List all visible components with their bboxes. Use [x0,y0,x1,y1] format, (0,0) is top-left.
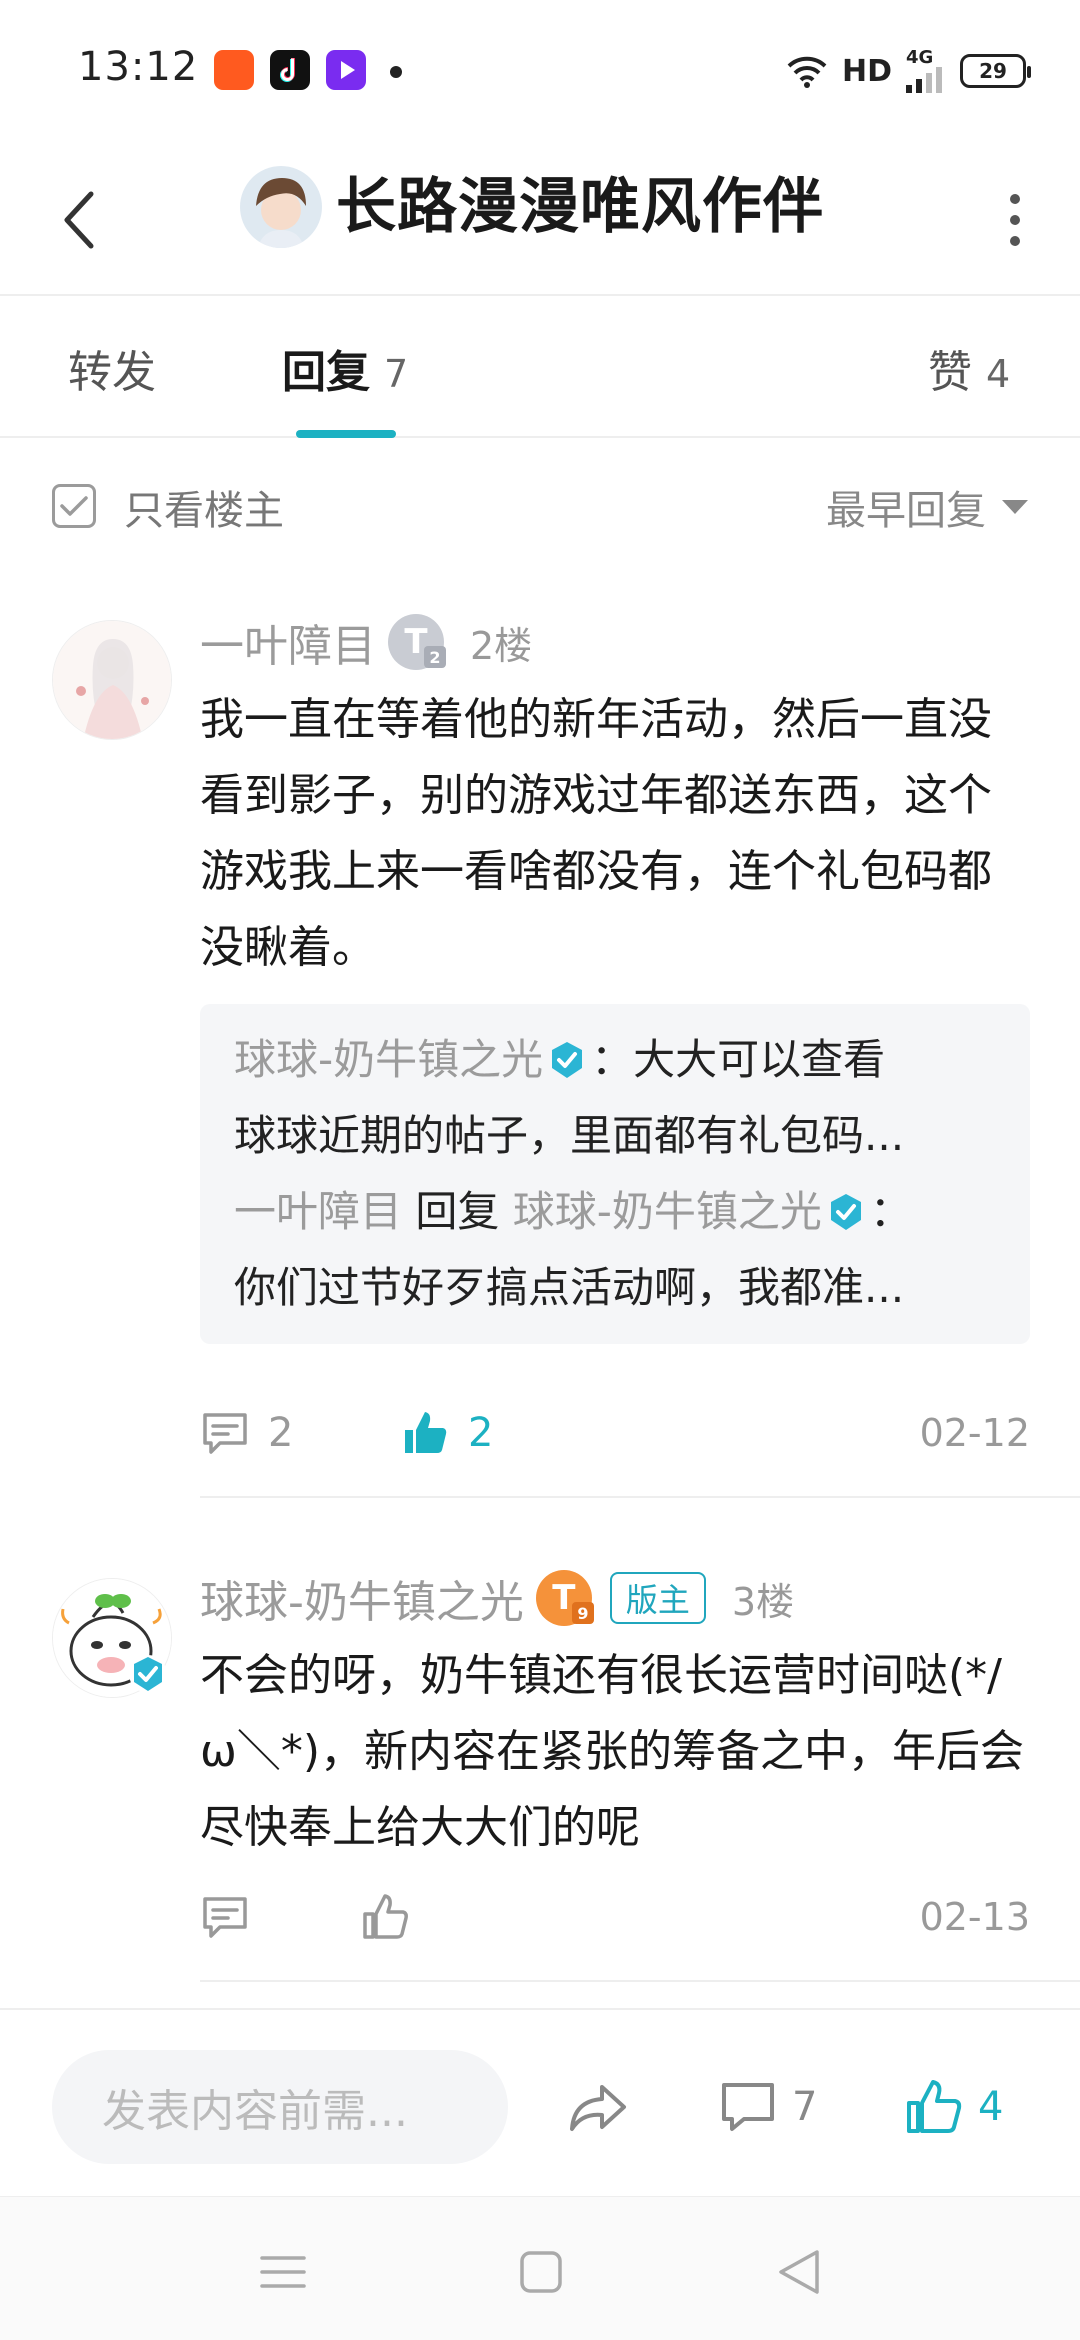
level-badge: T 2 [388,614,446,670]
author-avatar[interactable] [240,166,322,248]
reply-text: ：大大可以查看 [591,1035,886,1084]
comment-input[interactable]: 发表内容前需... [52,2050,508,2164]
reply-text: ： [869,1187,912,1236]
tab-replies-label: 回复 [282,347,370,398]
triangle-back-icon [779,2250,819,2294]
comment-date: 02-13 [919,1895,1030,1939]
system-nav-bar [0,2196,1080,2340]
network-label: HD [841,53,892,89]
reply-author[interactable]: 一叶障目 [234,1187,402,1236]
reply-button[interactable] [200,1882,268,1952]
tab-replies[interactable]: 回复 7 [282,336,409,398]
tab-repost[interactable]: 转发 [68,336,156,398]
tab-likes-label: 赞 [928,347,972,398]
like-button[interactable] [360,1882,428,1952]
sort-label: 最早回复 [826,488,986,534]
reply-line: 一叶障目 回复 球球-奶牛镇之光 ： [234,1174,996,1250]
thumbs-up-icon [907,2080,962,2133]
network-gen-label: 4G [906,47,934,68]
like-post-button[interactable]: 4 [904,2050,1003,2164]
reply-line: 球球-奶牛镇之光 ：大大可以查看 [234,1022,996,1098]
taobao-app-icon [214,50,254,90]
menu-nav-button[interactable] [248,2237,318,2307]
comment-icon [203,1897,247,1938]
signal-icon: 4G [906,49,946,93]
floor-number: 2楼 [470,623,533,668]
comments-count: 7 [792,2084,818,2130]
like-count: 2 [468,1410,494,1456]
reply-line: 球球近期的帖子，里面都有礼包码... [234,1111,905,1160]
square-icon [520,2251,562,2293]
tab-replies-count: 7 [384,352,409,396]
level-badge: T 9 [535,1570,594,1626]
comment-date: 02-12 [919,1411,1030,1455]
comment-text: 不会的呀，奶牛镇还有很长运营时间哒(*/ω＼*)，新内容在紧张的筹备之中，年后会… [200,1650,1025,1853]
thumbs-up-icon [363,1894,408,1939]
tab-likes[interactable]: 赞 4 [928,336,1011,398]
more-options-button[interactable] [990,180,1040,260]
status-time: 13:12 [78,44,199,90]
reply-count: 2 [268,1410,294,1456]
reply-preview-box[interactable]: 球球-奶牛镇之光 ：大大可以查看 球球近期的帖子，里面都有礼包码... 一叶障目 … [200,1004,1030,1344]
page-title: 长路漫漫唯风作伴 [336,172,824,242]
reply-target[interactable]: 球球-奶牛镇之光 [513,1187,822,1236]
check-icon [60,496,88,516]
verified-icon [552,1042,583,1078]
floor-number: 3楼 [731,1579,795,1624]
only-owner-label[interactable]: 只看楼主 [124,478,284,536]
share-button[interactable] [566,2050,630,2164]
wifi-icon [787,56,827,88]
more-dot-icon [1010,236,1020,246]
reply-line: 你们过节好歹搞点活动啊，我都准... [234,1263,905,1312]
reply-button[interactable]: 2 [200,1398,293,1468]
battery-level: 29 [979,59,1007,83]
only-owner-checkbox[interactable] [52,484,96,528]
verified-icon [830,1194,861,1230]
reply-keyword: 回复 [415,1187,500,1236]
avatar[interactable] [52,620,172,740]
battery-icon: 29 [960,54,1031,88]
active-tab-indicator [296,430,396,438]
comment-actions: 02-13 [200,1882,1030,1952]
comment-actions: 2 2 02-12 [200,1398,1030,1468]
status-bar: 13:12 HD 4G 29 [0,0,1080,140]
douyin-app-icon [270,50,310,90]
more-dot-icon [1010,194,1020,204]
comment-text: 我一直在等着他的新年活动，然后一直没看到影子，别的游戏过年都送东西，这个游戏我上… [200,694,992,973]
bottom-action-bar: 发表内容前需... 7 4 [0,2008,1080,2194]
caret-down-icon [1002,500,1028,514]
comment-author[interactable]: 球球-奶牛镇之光 [200,1566,524,1630]
more-dot-icon [1010,215,1020,225]
tab-repost-label: 转发 [68,347,156,398]
comment-author[interactable]: 一叶障目 [200,610,376,674]
back-button[interactable] [44,170,114,270]
sort-dropdown[interactable]: 最早回复 [826,478,1028,536]
level-number: 2 [424,646,446,668]
like-post-count: 4 [978,2084,1004,2130]
page-header: 长路漫漫唯风作伴 [0,140,1080,296]
comment-icon [722,2083,774,2131]
chevron-left-icon [64,191,94,249]
reply-author[interactable]: 球球-奶牛镇之光 [234,1035,543,1084]
comments-button[interactable]: 7 [718,2050,817,2164]
divider [200,1980,1080,1982]
tab-likes-count: 4 [986,352,1011,396]
like-button[interactable]: 2 [400,1398,493,1468]
comment-icon [203,1413,247,1454]
menu-icon [260,2256,306,2288]
home-nav-button[interactable] [506,2237,576,2307]
moderator-tag: 版主 [609,1572,706,1624]
verified-icon [129,1655,167,1693]
notification-dot-icon [390,66,402,78]
level-number: 9 [571,1602,594,1624]
divider [200,1496,1080,1498]
thumbs-up-icon [405,1412,447,1453]
tab-bar: 转发 回复 7 赞 4 [0,296,1080,438]
back-nav-button[interactable] [764,2237,834,2307]
video-app-icon [326,50,366,90]
share-icon [570,2085,626,2131]
